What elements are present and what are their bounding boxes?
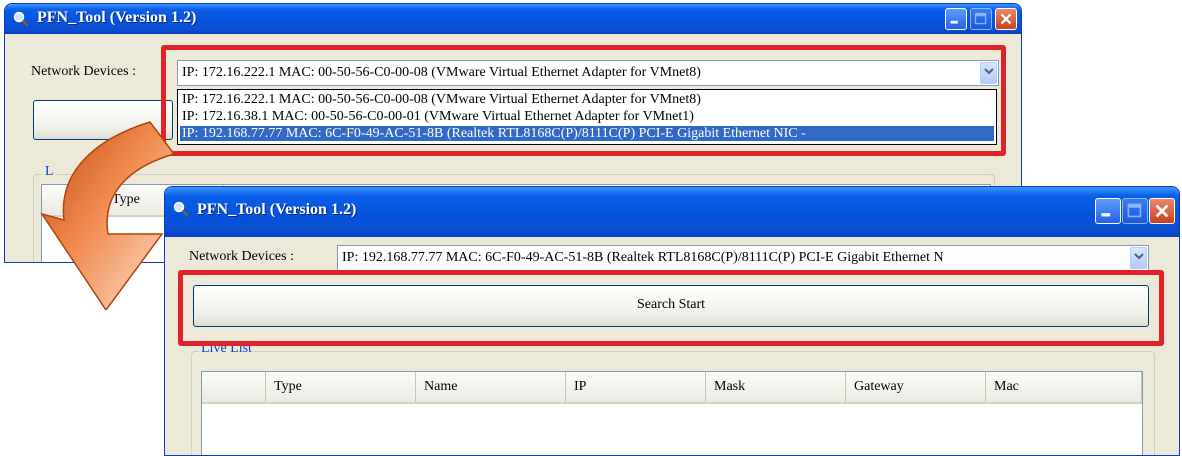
window-title: PFN_Tool (Version 1.2) [197,201,357,218]
network-devices-label: Network Devices : [31,64,136,79]
network-devices-combo[interactable]: IP: 192.168.77.77 MAC: 6C-F0-49-AC-51-8B… [337,245,1149,271]
close-icon [1000,13,1012,25]
maximize-icon [974,12,987,25]
chevron-down-icon [1134,253,1144,260]
front-title-bar[interactable]: PFN_Tool (Version 1.2) [165,187,1179,237]
column-header-mac[interactable]: Mac [986,372,1142,404]
highlight-dropdown-box [161,45,1006,156]
maximize-icon [1127,203,1142,218]
combo-value: IP: 192.168.77.77 MAC: 6C-F0-49-AC-51-8B… [342,250,944,265]
window-title: PFN_Tool (Version 1.2) [37,9,197,26]
close-button[interactable] [1149,198,1175,224]
minimize-button[interactable] [945,8,967,30]
minimize-icon [950,20,958,24]
column-header-gateway[interactable]: Gateway [846,372,986,404]
magnifier-icon [173,201,189,217]
maximize-button[interactable] [1122,198,1148,224]
network-devices-label: Network Devices : [189,249,294,264]
column-header-type[interactable]: Type [266,372,416,404]
combo-dropdown-button[interactable] [1130,247,1147,269]
column-header-name[interactable]: Name [416,372,566,404]
live-device-list: Type Name IP Mask Gateway Mac [201,371,1143,455]
close-button[interactable] [995,8,1017,30]
magnifier-icon [13,11,29,27]
column-header-mask[interactable]: Mask [706,372,846,404]
close-icon [1155,204,1169,218]
back-title-bar[interactable]: PFN_Tool (Version 1.2) [5,4,1021,34]
column-header-ip[interactable]: IP [566,372,706,404]
minimize-icon [1101,213,1111,217]
column-header[interactable] [202,372,266,404]
minimize-button[interactable] [1095,198,1121,224]
maximize-button[interactable] [970,8,992,30]
highlight-search-box [178,270,1164,346]
